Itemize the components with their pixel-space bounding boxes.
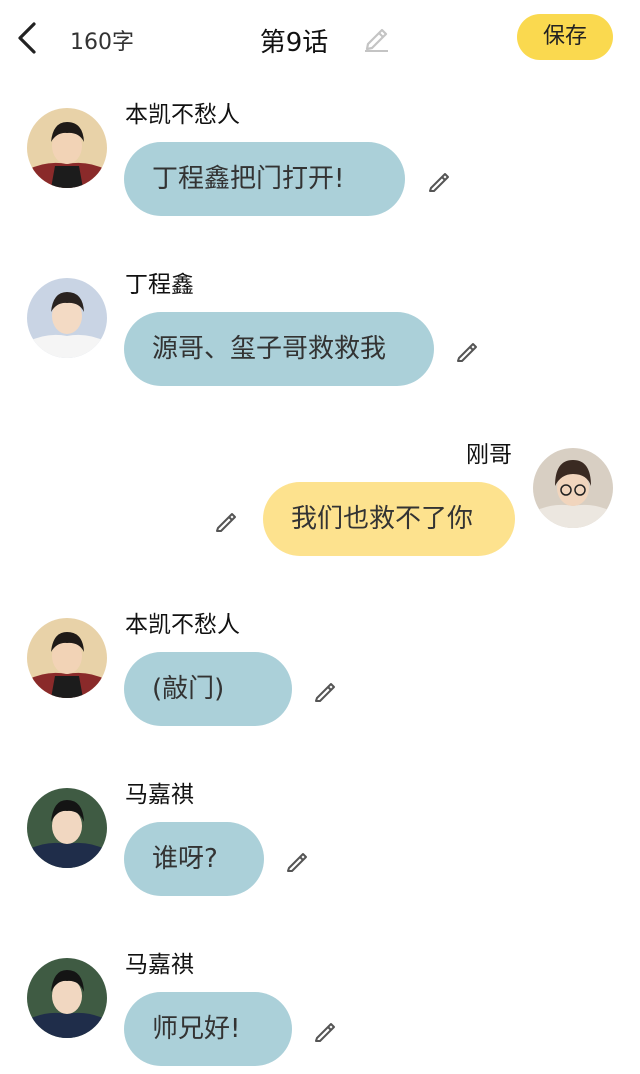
avatar-portrait-icon — [27, 108, 107, 188]
chat-message: 本凯不愁人 (敲门) — [0, 600, 640, 740]
avatar-portrait-icon — [533, 448, 613, 528]
avatar[interactable] — [27, 788, 107, 868]
top-bar: 160字 第9话 保存 — [0, 0, 640, 78]
sender-name: 马嘉祺 — [125, 782, 194, 808]
message-bubble[interactable]: 丁程鑫把门打开! — [124, 142, 405, 216]
edit-message-button[interactable] — [427, 166, 453, 192]
pencil-icon — [457, 343, 477, 362]
message-bubble[interactable]: 我们也救不了你 — [263, 482, 515, 556]
message-bubble[interactable]: 谁呀? — [124, 822, 264, 896]
edit-message-button[interactable] — [285, 846, 311, 872]
edit-message-button[interactable] — [214, 506, 240, 532]
pencil-icon — [315, 683, 335, 702]
avatar[interactable] — [27, 618, 107, 698]
pencil-icon — [287, 853, 307, 872]
chat-message: 马嘉祺 师兄好! — [0, 940, 640, 1074]
avatar[interactable] — [27, 108, 107, 188]
avatar[interactable] — [27, 958, 107, 1038]
avatar-portrait-icon — [27, 788, 107, 868]
chat-message: 刚哥 我们也救不了你 — [0, 430, 640, 570]
sender-name: 本凯不愁人 — [125, 102, 240, 128]
pencil-icon — [216, 513, 236, 532]
chat-message: 本凯不愁人 丁程鑫把门打开! — [0, 90, 640, 230]
edit-message-button[interactable] — [313, 1016, 339, 1042]
episode-title: 第9话 — [259, 28, 329, 58]
pencil-icon — [429, 173, 449, 192]
sender-name: 刚哥 — [466, 442, 512, 468]
edit-message-button[interactable] — [455, 336, 481, 362]
message-bubble[interactable]: 师兄好! — [124, 992, 292, 1066]
pencil-icon — [315, 1023, 335, 1042]
avatar-portrait-icon — [27, 278, 107, 358]
message-bubble[interactable]: 源哥、玺子哥救救我 — [124, 312, 434, 386]
edit-message-button[interactable] — [313, 676, 339, 702]
avatar-portrait-icon — [27, 618, 107, 698]
chat-message: 丁程鑫 源哥、玺子哥救救我 — [0, 260, 640, 400]
sender-name: 丁程鑫 — [125, 272, 194, 298]
avatar-portrait-icon — [27, 958, 107, 1038]
pencil-icon — [365, 28, 388, 52]
sender-name: 本凯不愁人 — [125, 612, 240, 638]
avatar[interactable] — [533, 448, 613, 528]
sender-name: 马嘉祺 — [125, 952, 194, 978]
title-edit-button[interactable] — [362, 22, 390, 52]
save-button[interactable]: 保存 — [517, 14, 613, 60]
chat-message: 马嘉祺 谁呀? — [0, 770, 640, 910]
avatar[interactable] — [27, 278, 107, 358]
message-bubble[interactable]: (敲门) — [124, 652, 292, 726]
